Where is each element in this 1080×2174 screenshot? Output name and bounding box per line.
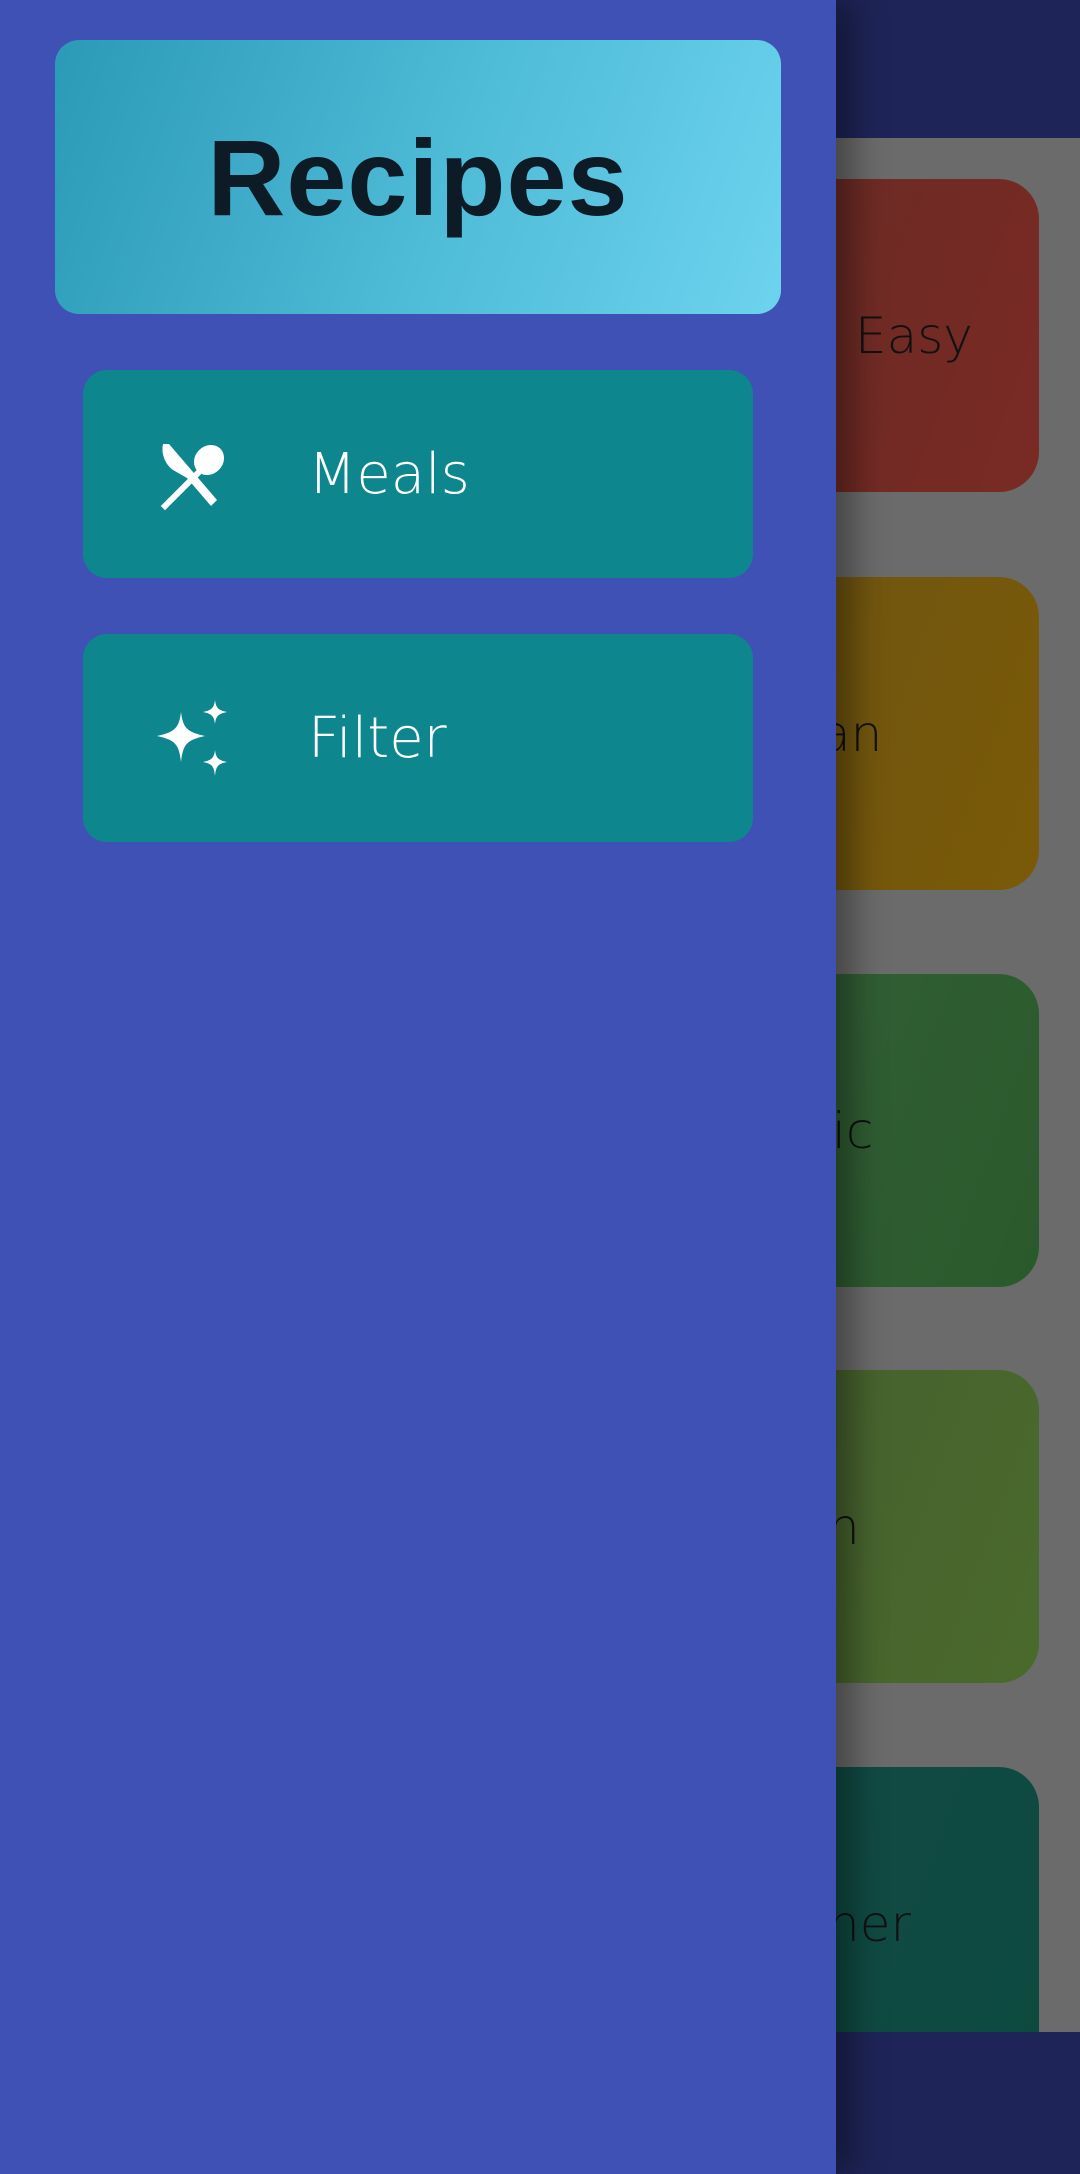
navigation-drawer: Recipes Meals Filter xyxy=(0,0,836,2174)
drawer-item-filter[interactable]: Filter xyxy=(83,634,753,842)
drawer-item-label: Meals xyxy=(308,441,470,507)
drawer-title: Recipes xyxy=(207,116,629,238)
drawer-header: Recipes xyxy=(55,40,781,314)
category-card-label: an xyxy=(820,704,883,763)
category-card-label: ic xyxy=(832,1101,874,1160)
category-card-label: Easy xyxy=(855,306,973,365)
restaurant-icon xyxy=(155,440,227,512)
category-card-label: n xyxy=(828,1497,860,1556)
drawer-item-label: Filter xyxy=(308,705,447,771)
sparkles-icon xyxy=(153,698,233,778)
category-card-label: ner xyxy=(828,1894,912,1953)
drawer-item-meals[interactable]: Meals xyxy=(83,370,753,578)
